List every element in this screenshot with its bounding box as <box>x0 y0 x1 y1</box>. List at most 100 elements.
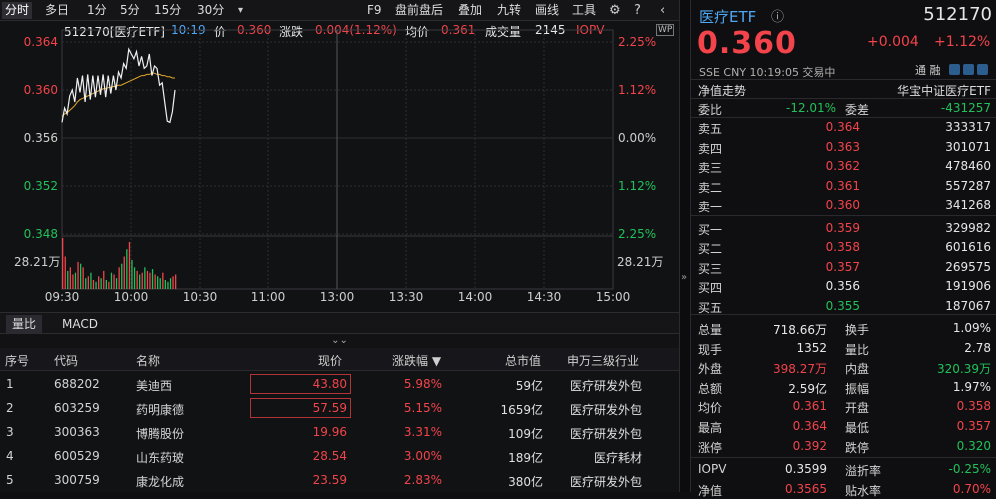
col-change-pct[interactable]: 涨跌幅 ▼ <box>392 352 441 369</box>
edit-icon[interactable] <box>949 64 960 75</box>
note-icon[interactable] <box>977 64 988 75</box>
row-name[interactable]: 美迪西 <box>136 377 172 394</box>
row-name[interactable]: 山东药玻 <box>136 449 184 466</box>
stat-label: 现手 <box>698 342 723 357</box>
draw-line-button[interactable]: 画线 <box>532 2 562 19</box>
expand-arrow-icon[interactable]: » <box>681 272 687 283</box>
row-name[interactable]: 博腾股份 <box>136 425 184 442</box>
col-price[interactable]: 现价 <box>318 352 342 369</box>
table-header: 序号 代码 名称 现价 涨跌幅 ▼ 总市值 申万三级行业 <box>0 348 679 371</box>
volume-bar <box>80 263 82 289</box>
level-volume: 329982 <box>945 220 991 235</box>
more-periods-chevron-icon[interactable]: ▾ <box>238 2 243 19</box>
pre-post-market-button[interactable]: 盘前盘后 <box>392 2 446 19</box>
level-volume: 301071 <box>945 139 991 154</box>
ask-row[interactable]: 卖二 0.361 557287 <box>691 177 996 196</box>
stat-value: 0.358 <box>956 399 991 414</box>
fund-code: 512170 <box>923 4 992 25</box>
stat-label: 总额 <box>698 381 723 396</box>
level-label: 卖四 <box>698 141 723 156</box>
info-icon[interactable]: ⓘ <box>771 6 784 25</box>
help-icon[interactable]: ? <box>634 2 641 19</box>
f9-button[interactable]: F9 <box>364 2 385 19</box>
col-industry[interactable]: 申万三级行业 <box>567 352 639 369</box>
table-row[interactable]: 1 688202 美迪西 43.80 5.98% 59亿 医疗研发外包 <box>0 372 679 396</box>
bid-row[interactable]: 买三 0.357 269575 <box>691 258 996 277</box>
y-tick-label: 0.348 <box>24 227 58 241</box>
volume-bar <box>100 278 102 289</box>
expand-chevron-icon[interactable]: ⌄⌄ <box>0 334 679 348</box>
panel-divider[interactable]: » <box>679 0 690 492</box>
col-name[interactable]: 名称 <box>136 352 160 369</box>
tab-volume-ratio[interactable]: 量比 <box>6 315 43 333</box>
volume-bar <box>95 281 97 289</box>
y-tick-label-right: 2.25% <box>618 227 656 241</box>
nav-trend-row[interactable]: 净值走势 华宝中证医疗ETF <box>691 79 996 98</box>
row-price: 57.59 <box>312 401 347 415</box>
tab-15min[interactable]: 15分 <box>151 2 184 19</box>
ask-row[interactable]: 卖一 0.360 341268 <box>691 196 996 215</box>
row-name[interactable]: 康龙化成 <box>136 473 184 490</box>
tab-1min[interactable]: 1分 <box>84 2 110 19</box>
stat-row: IOPV 0.3599 溢折率 -0.25% <box>691 460 996 479</box>
row-industry: 医疗研发外包 <box>569 379 642 393</box>
level-price: 0.363 <box>825 139 860 154</box>
stat-label: 振幅 <box>845 381 870 396</box>
col-code[interactable]: 代码 <box>54 352 78 369</box>
row-change-pct: 5.15% <box>403 401 442 415</box>
stat-value: 398.27万 <box>773 362 827 377</box>
tab-30min[interactable]: 30分 <box>194 2 227 19</box>
level-label: 卖一 <box>698 200 723 214</box>
tab-multi-day[interactable]: 多日 <box>42 2 72 19</box>
collapse-chevron-icon[interactable]: ‹ <box>660 2 665 19</box>
row-code: 600529 <box>54 449 100 463</box>
ask-row[interactable]: 卖三 0.362 478460 <box>691 157 996 176</box>
level-price: 0.357 <box>825 259 860 274</box>
ask-row[interactable]: 卖四 0.363 301071 <box>691 138 996 157</box>
draw-icon[interactable] <box>963 64 974 75</box>
x-tick-label: 11:00 <box>251 290 286 304</box>
settings-gear-icon[interactable]: ⚙ <box>609 2 621 19</box>
level-volume: 601616 <box>945 240 991 254</box>
tab-5min[interactable]: 5分 <box>117 2 143 19</box>
row-market-cap: 1659亿 <box>500 403 543 417</box>
x-tick-label: 13:30 <box>389 290 424 304</box>
bid-row[interactable]: 买五 0.355 187067 <box>691 297 996 316</box>
bid-row[interactable]: 买四 0.356 191906 <box>691 277 996 296</box>
col-market-cap[interactable]: 总市值 <box>505 352 541 369</box>
stat-label: 开盘 <box>845 401 870 416</box>
volume-bar <box>172 276 174 289</box>
y-tick-label-right: 1.12% <box>618 179 656 193</box>
table-row[interactable]: 5 300759 康龙化成 23.59 2.83% 380亿 医疗研发外包 <box>0 468 679 492</box>
bid-row[interactable]: 买一 0.359 329982 <box>691 219 996 238</box>
table-row[interactable]: 3 300363 博腾股份 19.96 3.31% 109亿 医疗研发外包 <box>0 420 679 444</box>
row-industry: 医疗研发外包 <box>569 427 642 441</box>
table-row[interactable]: 2 603259 药明康德 57.59 5.15% 1659亿 医疗研发外包 <box>0 396 679 420</box>
tab-macd[interactable]: MACD <box>56 315 104 333</box>
row-name[interactable]: 药明康德 <box>136 401 184 418</box>
level-label: 买四 <box>698 281 723 295</box>
nine-turn-button[interactable]: 九转 <box>494 2 524 19</box>
volume-bar <box>115 278 118 289</box>
volume-axis-label-left: 28.21万 <box>14 255 60 269</box>
level-price: 0.360 <box>825 198 860 212</box>
level-label: 买二 <box>698 242 723 256</box>
table-row[interactable]: 4 600529 山东药玻 28.54 3.00% 189亿 医疗耗材 <box>0 444 679 468</box>
volume-bar <box>98 276 100 289</box>
volume-axis-label-right: 28.21万 <box>617 255 663 269</box>
stat-value: 0.320 <box>956 438 991 453</box>
stat-label: 外盘 <box>698 362 723 377</box>
level-label: 卖三 <box>698 161 723 175</box>
row-index: 2 <box>6 401 14 415</box>
tab-intraday[interactable]: 分时 <box>2 2 33 19</box>
row-index: 5 <box>6 473 14 487</box>
volume-bar <box>169 278 172 289</box>
overlay-button[interactable]: 叠加 <box>455 2 485 19</box>
stat-value: 0.357 <box>956 419 991 433</box>
level-volume: 341268 <box>945 198 991 212</box>
bid-row[interactable]: 买二 0.358 601616 <box>691 238 996 257</box>
col-index[interactable]: 序号 <box>5 352 29 369</box>
ask-row[interactable]: 卖五 0.364 333317 <box>691 118 996 137</box>
tools-button[interactable]: 工具 <box>569 2 599 19</box>
volume-bar <box>157 276 159 289</box>
